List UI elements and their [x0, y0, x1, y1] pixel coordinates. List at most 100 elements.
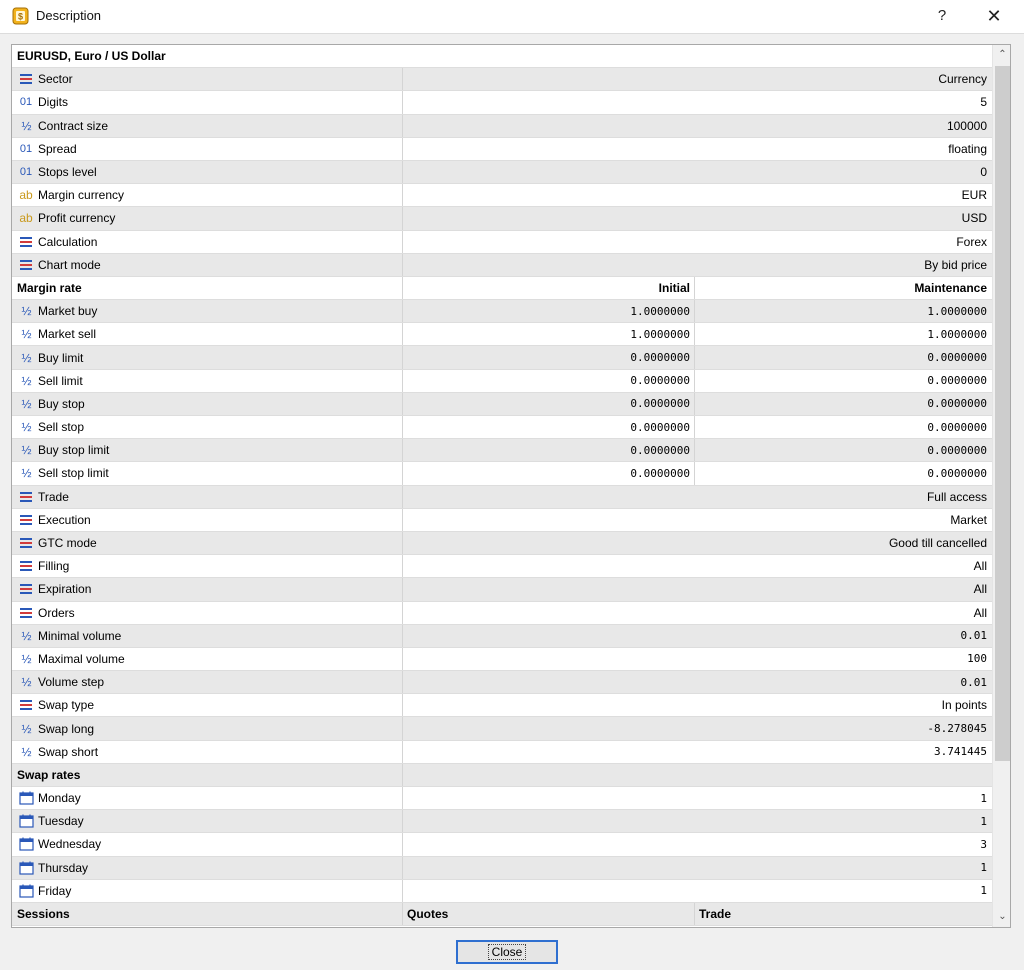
table-row[interactable]: Chart mode By bid price	[12, 253, 992, 277]
table-row[interactable]: 01 Stops level 0	[12, 160, 992, 185]
table-row[interactable]: Execution Market	[12, 508, 992, 532]
table-row[interactable]: ½ Minimal volume 0.01	[12, 624, 992, 648]
table-row[interactable]: Thursday 1	[12, 856, 992, 880]
scroll-down-arrow-icon[interactable]: ⌄	[993, 907, 1010, 927]
property-label-text: Maximal volume	[38, 651, 125, 666]
table-row[interactable]: ½ Volume step 0.01	[12, 671, 992, 695]
title-bar: $ Description ? ✕	[0, 0, 1024, 33]
property-value: All	[973, 582, 987, 597]
fraction-icon: ½	[21, 744, 31, 759]
property-value: EUR	[961, 188, 987, 203]
swap-day-label-text: Wednesday	[38, 837, 102, 852]
table-row[interactable]: ½ Maximal volume 100	[12, 647, 992, 672]
property-label-text: Profit currency	[38, 211, 116, 226]
margin-initial-value: 0.0000000	[403, 439, 695, 462]
table-row[interactable]: Swap rates	[12, 763, 992, 787]
digits-icon: 01	[19, 166, 33, 179]
digits-icon: 01	[19, 142, 33, 155]
vertical-scrollbar[interactable]: ⌃ ⌄	[992, 45, 1010, 927]
property-label: Calculation	[12, 230, 403, 253]
scroll-thumb[interactable]	[995, 66, 1010, 761]
property-value: 100	[967, 652, 987, 666]
fraction-icon: ½	[21, 628, 31, 643]
table-row[interactable]: Sessions Quotes Trade	[12, 902, 992, 927]
table-row[interactable]: ½ Market sell 1.0000000 1.0000000	[12, 323, 992, 347]
table-row[interactable]: ½ Swap long -8.278045	[12, 717, 992, 741]
sessions-header: Sessions	[12, 902, 403, 926]
property-label: Filling	[12, 555, 403, 578]
margin-rate-label: ½ Sell stop	[12, 416, 403, 439]
property-label-text: Swap short	[38, 744, 99, 759]
margin-rate-label: ½ Buy stop	[12, 392, 403, 415]
swap-day-value: 1	[980, 791, 987, 805]
property-value: Market	[950, 512, 987, 527]
swap-day-label: Wednesday	[12, 833, 403, 856]
table-row[interactable]: Expiration All	[12, 578, 992, 602]
property-value: 100000	[946, 118, 987, 133]
table-row[interactable]: Tuesday 1	[12, 810, 992, 834]
swap-rates-header: Swap rates	[12, 763, 403, 786]
table-row[interactable]: GTC mode Good till cancelled	[12, 531, 992, 556]
fraction-icon: ½	[21, 443, 31, 458]
table-row[interactable]: ½ Sell stop limit 0.0000000 0.0000000	[12, 462, 992, 486]
margin-maintenance-value: 0.0000000	[927, 443, 987, 457]
table-row[interactable]: 01 Digits 5	[12, 91, 992, 115]
margin-rate-header: Margin rate	[12, 276, 403, 300]
margin-rate-label-text: Sell stop limit	[38, 466, 109, 481]
property-label-text: Trade	[38, 489, 69, 504]
table-row[interactable]: 01 Spread floating	[12, 137, 992, 161]
digits-icon: 01	[19, 96, 33, 109]
margin-maintenance-value: 0.0000000	[927, 420, 987, 434]
table-row[interactable]: ½ Buy stop 0.0000000 0.0000000	[12, 392, 992, 416]
property-label-text: Sector	[38, 72, 73, 87]
margin-rate-label-text: Buy limit	[38, 350, 84, 365]
property-value: 0	[980, 165, 987, 180]
table-row[interactable]: ½ Sell limit 0.0000000 0.0000000	[12, 369, 992, 393]
scroll-up-arrow-icon[interactable]: ⌃	[993, 45, 1010, 65]
dialog-body: EURUSD, Euro / US Dollar Sector Currency 01…	[0, 33, 1024, 970]
trade-column-header: Trade	[699, 907, 732, 922]
table-row[interactable]: ½ Swap short 3.741445	[12, 740, 992, 764]
margin-maintenance-value: 1.0000000	[927, 304, 987, 318]
table-row[interactable]: ½ Buy stop limit 0.0000000 0.0000000	[12, 439, 992, 463]
table-row[interactable]: Wednesday 3	[12, 833, 992, 857]
property-label-text: Orders	[38, 605, 75, 620]
margin-rate-label-text: Buy stop limit	[38, 443, 110, 458]
table-row[interactable]: ½ Market buy 1.0000000 1.0000000	[12, 300, 992, 324]
list-icon	[17, 489, 35, 505]
table-row[interactable]: Margin rate Initial Maintenance	[12, 276, 992, 301]
table-row[interactable]: Trade Full access	[12, 485, 992, 509]
property-value: 3.741445	[934, 745, 987, 759]
window-close-button[interactable]: ✕	[980, 4, 1008, 28]
margin-initial-value: 0.0000000	[403, 416, 695, 439]
margin-initial-value: 1.0000000	[403, 323, 695, 346]
property-value: floating	[948, 141, 987, 156]
symbol-properties-grid[interactable]: EURUSD, Euro / US Dollar Sector Currency 01…	[11, 44, 1011, 928]
table-row[interactable]: Monday 1	[12, 787, 992, 811]
property-label: Swap type	[12, 694, 403, 717]
table-row[interactable]: Friday 1	[12, 879, 992, 903]
property-label: Chart mode	[12, 253, 403, 276]
table-row[interactable]: EURUSD, Euro / US Dollar	[12, 45, 992, 69]
table-row[interactable]: ab Margin currency EUR	[12, 184, 992, 208]
table-row[interactable]: Calculation Forex	[12, 230, 992, 254]
table-row[interactable]: Swap type In points	[12, 694, 992, 718]
fraction-icon: ½	[21, 675, 31, 690]
table-row[interactable]: ½ Buy limit 0.0000000 0.0000000	[12, 346, 992, 370]
property-label: Orders	[12, 601, 403, 624]
property-value: Currency	[938, 72, 987, 87]
property-value: -8.278045	[927, 722, 987, 736]
close-button[interactable]: Close	[456, 940, 558, 964]
calendar-icon	[17, 860, 35, 876]
help-button[interactable]: ?	[929, 4, 955, 28]
property-label-text: Filling	[38, 559, 70, 574]
margin-rate-label-text: Sell limit	[38, 373, 83, 388]
table-row[interactable]: Filling All	[12, 555, 992, 579]
table-row[interactable]: ½ Contract size 100000	[12, 114, 992, 138]
table-row[interactable]: ½ Sell stop 0.0000000 0.0000000	[12, 416, 992, 440]
table-row[interactable]: Orders All	[12, 601, 992, 625]
property-value: All	[973, 605, 987, 620]
table-row[interactable]: Sector Currency	[12, 68, 992, 92]
table-row[interactable]: ab Profit currency USD	[12, 207, 992, 231]
calendar-icon	[17, 813, 35, 829]
